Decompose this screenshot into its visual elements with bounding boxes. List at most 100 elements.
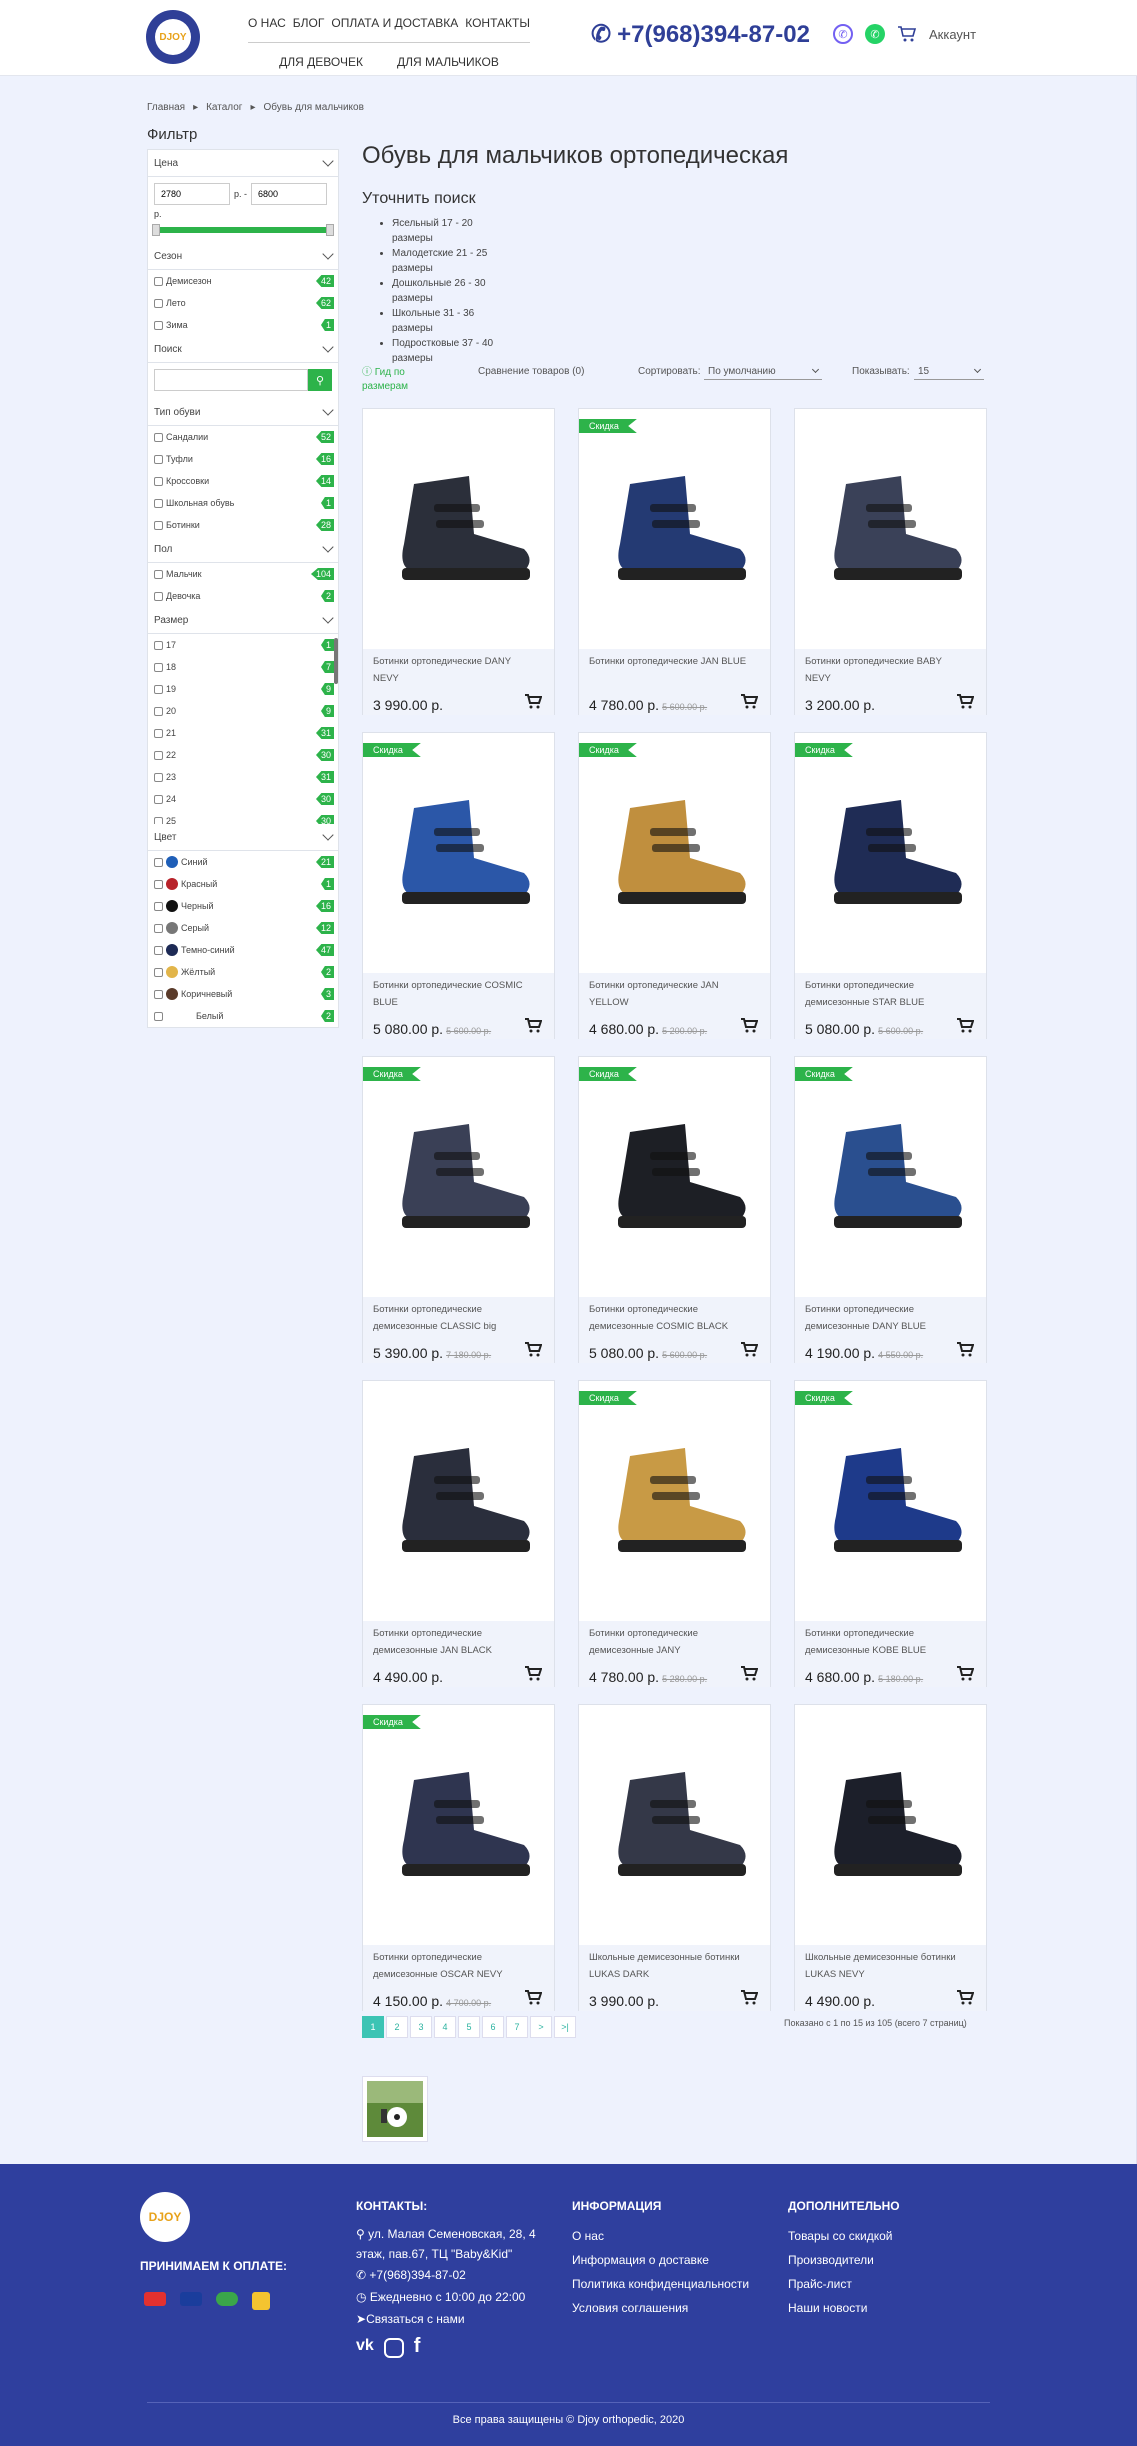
filter-option[interactable]: 21 31	[148, 722, 338, 744]
crumb-home[interactable]: Главная	[147, 102, 185, 113]
add-to-cart-icon[interactable]	[956, 1989, 974, 2005]
price-slider[interactable]	[152, 224, 334, 236]
checkbox[interactable]	[154, 454, 163, 464]
product-name[interactable]: Ботинки ортопедические JAN YELLOW	[589, 977, 749, 1011]
footer-link[interactable]: О нас	[572, 2224, 772, 2248]
footer-contact-us[interactable]: ➤Связаться с нами	[356, 2308, 556, 2330]
product-name[interactable]: Ботинки ортопедические демисезонные COSM…	[589, 1301, 749, 1335]
facebook-icon[interactable]: f	[414, 2334, 421, 2358]
filter-option[interactable]: 17 1	[148, 634, 338, 656]
product-image[interactable]	[795, 409, 986, 649]
checkbox[interactable]	[154, 794, 163, 804]
checkbox[interactable]	[154, 640, 163, 650]
product-image[interactable]	[363, 1381, 554, 1621]
product-image[interactable]	[363, 733, 554, 973]
add-to-cart-icon[interactable]	[524, 1665, 542, 1681]
banner-thumbnail[interactable]	[362, 2076, 428, 2142]
footer-link[interactable]: Политика конфиденциальности	[572, 2272, 772, 2296]
filter-option[interactable]: Мальчик 104	[148, 563, 338, 585]
add-to-cart-icon[interactable]	[956, 1665, 974, 1681]
add-to-cart-icon[interactable]	[740, 1665, 758, 1681]
crumb-current[interactable]: Обувь для мальчиков	[263, 102, 363, 113]
filter-option[interactable]: Туфли 16	[148, 448, 338, 470]
filter-option[interactable]: Ботинки 28	[148, 514, 338, 536]
product-card[interactable]: Скидка Ботинки ортопедические демисезонны…	[362, 1056, 555, 1363]
footer-phone[interactable]: ✆ +7(968)394-87-02	[356, 2264, 556, 2286]
product-name[interactable]: Ботинки ортопедические демисезонные CLAS…	[373, 1301, 533, 1335]
nav-boys[interactable]: ДЛЯ МАЛЬЧИКОВ	[397, 55, 499, 69]
product-card[interactable]: Скидка Ботинки ортопедические демисезонны…	[794, 1056, 987, 1363]
product-name[interactable]: Ботинки ортопедические BABY NEVY	[805, 653, 965, 687]
product-image[interactable]	[795, 1381, 986, 1621]
footer-link[interactable]: Прайс-лист	[788, 2272, 988, 2296]
page-button[interactable]: 2	[386, 2016, 408, 2038]
filter-option[interactable]: Лето 62	[148, 292, 338, 314]
filter-option[interactable]: 19 9	[148, 678, 338, 700]
product-image[interactable]	[579, 409, 770, 649]
checkbox[interactable]	[154, 772, 163, 782]
product-card[interactable]: Ботинки ортопедические DANY NEVY 3 990.00…	[362, 408, 555, 715]
product-name[interactable]: Ботинки ортопедические демисезонные JANY	[589, 1625, 749, 1659]
page-button[interactable]: >|	[554, 2016, 576, 2038]
filter-type-header[interactable]: Тип обуви	[148, 399, 338, 426]
product-name[interactable]: Ботинки ортопедические демисезонные OSCA…	[373, 1949, 533, 1983]
add-to-cart-icon[interactable]	[740, 1989, 758, 2005]
product-card[interactable]: Школьные демисезонные ботинки LUKAS NEVY…	[794, 1704, 987, 2011]
filter-option[interactable]: Черный 16	[148, 895, 338, 917]
add-to-cart-icon[interactable]	[956, 1341, 974, 1357]
product-image[interactable]	[795, 1705, 986, 1945]
product-name[interactable]: Ботинки ортопедические JAN BLUE	[589, 653, 749, 670]
footer-link[interactable]: Наши новости	[788, 2296, 988, 2320]
slider-handle-min[interactable]	[152, 224, 160, 236]
checkbox[interactable]	[154, 684, 163, 694]
filter-size-header[interactable]: Размер	[148, 607, 338, 634]
checkbox[interactable]	[154, 989, 163, 999]
scrollbar[interactable]	[334, 638, 338, 684]
footer-link[interactable]: Товары со скидкой	[788, 2224, 988, 2248]
product-image[interactable]	[579, 733, 770, 973]
product-card[interactable]: Школьные демисезонные ботинки LUKAS DARK…	[578, 1704, 771, 2011]
product-card[interactable]: Скидка Ботинки ортопедические JAN YELLOW 4…	[578, 732, 771, 1039]
product-card[interactable]: Скидка Ботинки ортопедические демисезонны…	[794, 732, 987, 1039]
refine-link[interactable]: Дошкольные 26 - 30 размеры	[392, 276, 502, 306]
nav-girls[interactable]: ДЛЯ ДЕВОЧЕК	[279, 55, 363, 69]
footer-link[interactable]: Условия соглашения	[572, 2296, 772, 2320]
checkbox[interactable]	[154, 901, 163, 911]
filter-gender-header[interactable]: Пол	[148, 536, 338, 563]
page-button[interactable]: 3	[410, 2016, 432, 2038]
checkbox[interactable]	[154, 945, 163, 955]
product-card[interactable]: Ботинки ортопедические BABY NEVY 3 200.00…	[794, 408, 987, 715]
filter-option[interactable]: 18 7	[148, 656, 338, 678]
checkbox[interactable]	[154, 706, 163, 716]
filter-option[interactable]: Демисезон 42	[148, 270, 338, 292]
product-name[interactable]: Ботинки ортопедические DANY NEVY	[373, 653, 533, 687]
footer-logo[interactable]: DJOY	[140, 2192, 190, 2242]
filter-price-header[interactable]: Цена	[148, 150, 338, 177]
checkbox[interactable]	[154, 476, 163, 486]
filter-option[interactable]: Кроссовки 14	[148, 470, 338, 492]
filter-option[interactable]: 24 30	[148, 788, 338, 810]
add-to-cart-icon[interactable]	[740, 693, 758, 709]
product-name[interactable]: Школьные демисезонные ботинки LUKAS DARK	[589, 1949, 749, 1983]
logo[interactable]: DJOY	[146, 10, 200, 64]
viber-icon[interactable]: ✆	[833, 24, 853, 44]
checkbox[interactable]	[154, 750, 163, 760]
checkbox[interactable]	[154, 276, 163, 286]
refine-link[interactable]: Школьные 31 - 36 размеры	[392, 306, 502, 336]
filter-option[interactable]: Жёлтый 2	[148, 961, 338, 983]
page-button[interactable]: 1	[362, 2016, 384, 2038]
checkbox[interactable]	[154, 1011, 163, 1021]
price-min-input[interactable]	[154, 183, 230, 205]
nav-blog[interactable]: БЛОГ	[293, 16, 325, 30]
product-card[interactable]: Скидка Ботинки ортопедические демисезонны…	[578, 1056, 771, 1363]
size-guide-link[interactable]: ⓘ Гид по размерам	[362, 366, 422, 394]
sort-select[interactable]: По умолчанию	[704, 364, 822, 380]
filter-option[interactable]: Темно-синий 47	[148, 939, 338, 961]
filter-option[interactable]: Синий 21	[148, 851, 338, 873]
vk-icon[interactable]: vk	[356, 2334, 374, 2358]
checkbox[interactable]	[154, 498, 163, 508]
product-name[interactable]: Ботинки ортопедические COSMIC BLUE	[373, 977, 533, 1011]
filter-search-input[interactable]	[154, 369, 308, 391]
add-to-cart-icon[interactable]	[956, 693, 974, 709]
product-image[interactable]	[363, 1057, 554, 1297]
